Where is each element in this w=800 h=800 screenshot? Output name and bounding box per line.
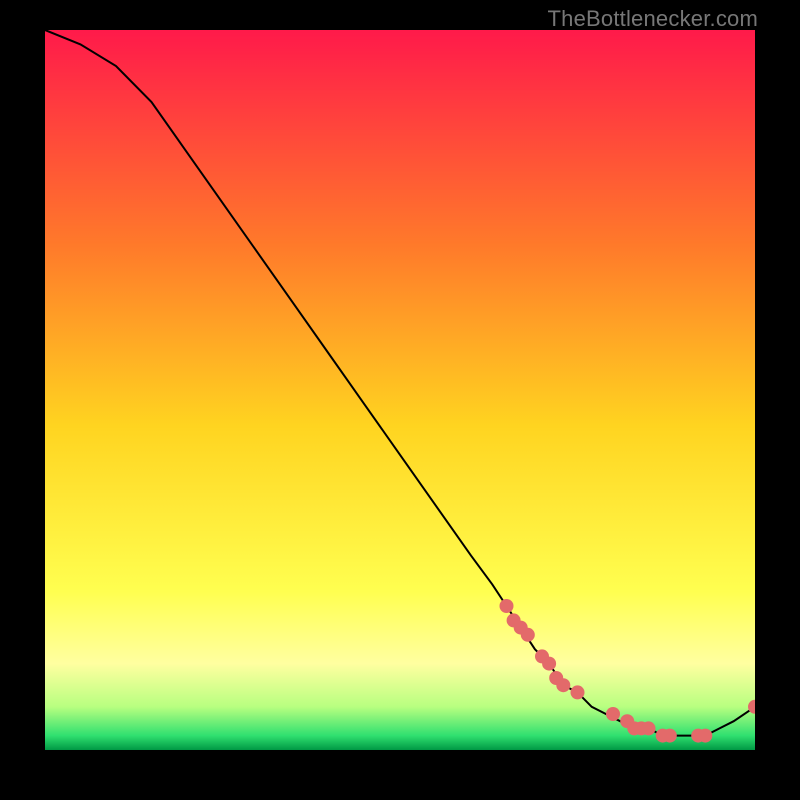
gradient-bg <box>45 30 755 750</box>
data-marker <box>663 729 677 743</box>
data-marker <box>542 657 556 671</box>
data-marker <box>500 599 514 613</box>
chart-svg <box>45 30 755 750</box>
data-marker <box>556 678 570 692</box>
watermark-text: TheBottlenecker.com <box>548 6 758 32</box>
data-marker <box>571 685 585 699</box>
data-marker <box>521 628 535 642</box>
data-marker <box>642 721 656 735</box>
data-marker <box>606 707 620 721</box>
chart-stage: TheBottlenecker.com <box>0 0 800 800</box>
plot-area <box>45 30 755 750</box>
data-marker <box>698 729 712 743</box>
